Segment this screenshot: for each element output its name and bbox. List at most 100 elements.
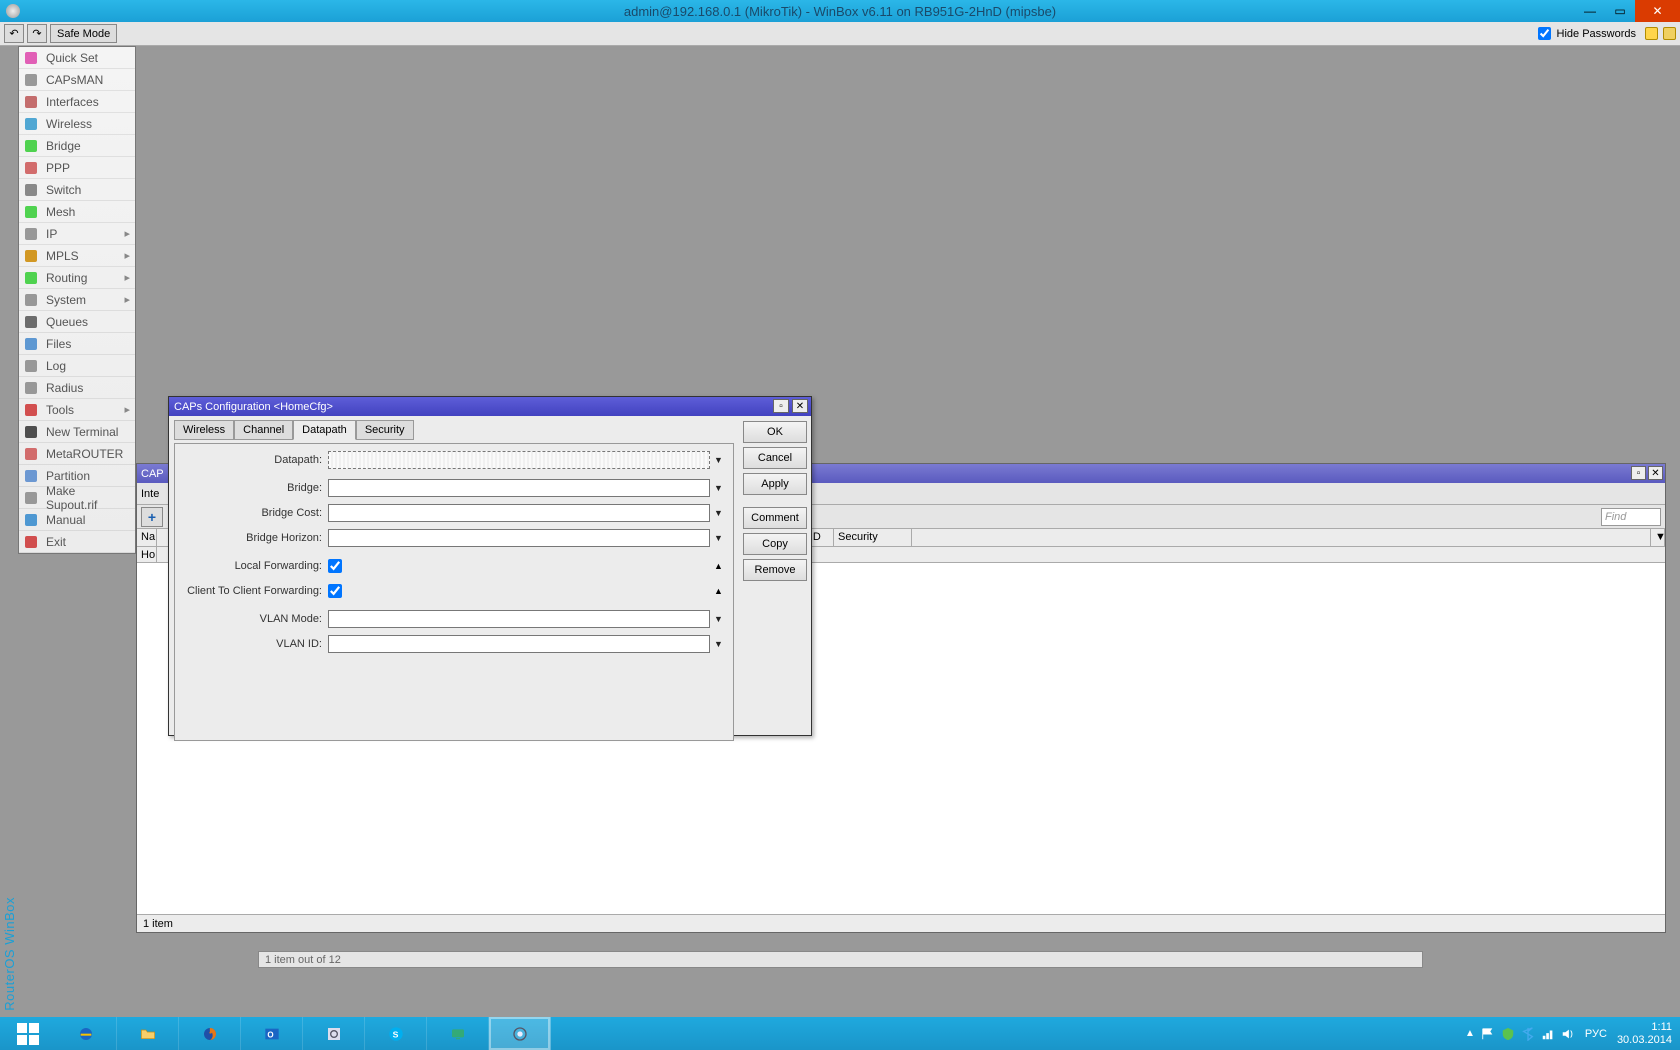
copy-button[interactable]: Copy [743, 533, 807, 555]
sidebar-item-exit[interactable]: Exit [19, 531, 135, 553]
sidebar-item-ip[interactable]: IP▸ [19, 223, 135, 245]
sidebar: Quick SetCAPsMANInterfaces Wireless Bridge… [18, 46, 136, 554]
close-button[interactable]: ✕ [1635, 0, 1680, 22]
sidebar-icon [24, 249, 40, 263]
tab-channel[interactable]: Channel [234, 420, 293, 440]
minimize-button[interactable]: — [1575, 0, 1605, 22]
tab-datapath[interactable]: Datapath [293, 420, 356, 440]
checkbox-client-forwarding[interactable] [328, 584, 342, 598]
hide-passwords-checkbox[interactable] [1538, 27, 1551, 40]
taskbar-firefox[interactable] [179, 1017, 241, 1050]
security-icon[interactable] [1501, 1027, 1515, 1041]
taskbar-outlook[interactable]: O [241, 1017, 303, 1050]
caps-config-dialog[interactable]: CAPs Configuration <HomeCfg> ▫ ✕ Wireles… [168, 396, 812, 736]
hide-passwords-label: Hide Passwords [1557, 28, 1636, 40]
sidebar-item-make-supout.rif[interactable]: Make Supout.rif [19, 487, 135, 509]
sidebar-item-mpls[interactable]: MPLS▸ [19, 245, 135, 267]
comment-button[interactable]: Comment [743, 507, 807, 529]
col-security[interactable]: Security [834, 529, 912, 546]
sidebar-item-quick-set[interactable]: Quick Set [19, 47, 135, 69]
add-button[interactable]: + [141, 507, 163, 527]
network-icon[interactable] [1541, 1027, 1555, 1041]
svg-text:O: O [267, 1030, 273, 1039]
lock-icon-2[interactable] [1663, 27, 1676, 40]
dropdown-datapath-icon[interactable]: ▼ [712, 452, 725, 469]
input-bridge-cost[interactable] [328, 504, 710, 522]
cap-list-restore-button[interactable]: ▫ [1631, 466, 1646, 480]
label-client-forwarding: Client To Client Forwarding: [183, 585, 328, 597]
tab-wireless[interactable]: Wireless [174, 420, 234, 440]
find-input[interactable]: Find [1601, 508, 1661, 526]
redo-button[interactable]: ↷ [27, 24, 47, 43]
sidebar-item-queues[interactable]: Queues [19, 311, 135, 333]
sidebar-item-capsman[interactable]: CAPsMAN [19, 69, 135, 91]
cap-list-close-button[interactable]: ✕ [1648, 466, 1663, 480]
sidebar-item-system[interactable]: System▸ [19, 289, 135, 311]
tray-expand-icon[interactable]: ▲ [1465, 1028, 1475, 1039]
collapse-local-fwd-icon[interactable]: ▲ [712, 558, 725, 575]
sidebar-wrap: RouterOS WinBox Quick SetCAPsMANInterfac… [0, 46, 136, 1017]
sidebar-item-tools[interactable]: Tools ▸ [19, 399, 135, 421]
remove-button[interactable]: Remove [743, 559, 807, 581]
input-vlan-id[interactable] [328, 635, 710, 653]
hide-passwords-toggle[interactable]: Hide Passwords [1538, 27, 1636, 40]
submenu-arrow-icon: ▸ [124, 403, 130, 416]
sidebar-item-manual[interactable]: Manual [19, 509, 135, 531]
sidebar-item-routing[interactable]: Routing▸ [19, 267, 135, 289]
header-dropdown-icon[interactable]: ▼ [1651, 529, 1665, 546]
sidebar-item-files[interactable]: Files [19, 333, 135, 355]
sidebar-item-mesh[interactable]: Mesh [19, 201, 135, 223]
collapse-client-fwd-icon[interactable]: ▲ [712, 583, 725, 600]
app-icon [6, 4, 20, 18]
taskbar-winbox[interactable] [489, 1017, 551, 1050]
safe-mode-button[interactable]: Safe Mode [50, 24, 117, 43]
input-bridge[interactable] [328, 479, 710, 497]
lock-icon[interactable] [1645, 27, 1658, 40]
dropdown-vlan-id-icon[interactable]: ▼ [712, 636, 725, 653]
input-bridge-horizon[interactable] [328, 529, 710, 547]
col-name[interactable]: Na [137, 529, 157, 546]
dialog-close-button[interactable]: ✕ [792, 399, 808, 413]
dropdown-bridge-horizon-icon[interactable]: ▼ [712, 530, 725, 547]
sidebar-item-label: Wireless [46, 117, 92, 131]
sidebar-item-new-terminal[interactable]: New Terminal [19, 421, 135, 443]
tray-language[interactable]: РУС [1585, 1028, 1607, 1040]
input-datapath[interactable] [328, 451, 710, 469]
sidebar-item-log[interactable]: Log [19, 355, 135, 377]
dialog-restore-button[interactable]: ▫ [773, 399, 789, 413]
taskbar-app2[interactable] [427, 1017, 489, 1050]
checkbox-local-forwarding[interactable] [328, 559, 342, 573]
dropdown-bridge-cost-icon[interactable]: ▼ [712, 505, 725, 522]
sidebar-item-ppp[interactable]: PPP [19, 157, 135, 179]
dropdown-vlan-mode-icon[interactable]: ▼ [712, 611, 725, 628]
sidebar-item-radius[interactable]: Radius [19, 377, 135, 399]
tray-clock[interactable]: 1:11 30.03.2014 [1617, 1021, 1672, 1045]
sidebar-item-wireless[interactable]: Wireless [19, 113, 135, 135]
taskbar-explorer[interactable] [117, 1017, 179, 1050]
flag-icon[interactable] [1481, 1027, 1495, 1041]
taskbar-ie[interactable] [55, 1017, 117, 1050]
bluetooth-icon[interactable] [1521, 1027, 1535, 1041]
apply-button[interactable]: Apply [743, 473, 807, 495]
sidebar-item-switch[interactable]: Switch [19, 179, 135, 201]
dropdown-bridge-icon[interactable]: ▼ [712, 480, 725, 497]
sidebar-item-label: Partition [46, 469, 90, 483]
cap-list-tab[interactable]: Inte [141, 488, 157, 500]
input-vlan-mode[interactable] [328, 610, 710, 628]
volume-icon[interactable] [1561, 1027, 1575, 1041]
sidebar-item-label: Tools [46, 403, 74, 417]
ok-button[interactable]: OK [743, 421, 807, 443]
sidebar-vertical-label: RouterOS WinBox [2, 897, 17, 1011]
cancel-button[interactable]: Cancel [743, 447, 807, 469]
sidebar-item-metarouter[interactable]: MetaROUTER [19, 443, 135, 465]
taskbar-skype[interactable]: S [365, 1017, 427, 1050]
sidebar-item-bridge[interactable]: Bridge [19, 135, 135, 157]
tab-security[interactable]: Security [356, 420, 414, 440]
taskbar-app1[interactable] [303, 1017, 365, 1050]
undo-button[interactable]: ↶ [4, 24, 24, 43]
maximize-button[interactable]: ▭ [1605, 0, 1635, 22]
start-button[interactable] [0, 1017, 55, 1050]
sidebar-icon [24, 447, 40, 461]
sidebar-item-label: Routing [46, 271, 87, 285]
sidebar-item-interfaces[interactable]: Interfaces [19, 91, 135, 113]
